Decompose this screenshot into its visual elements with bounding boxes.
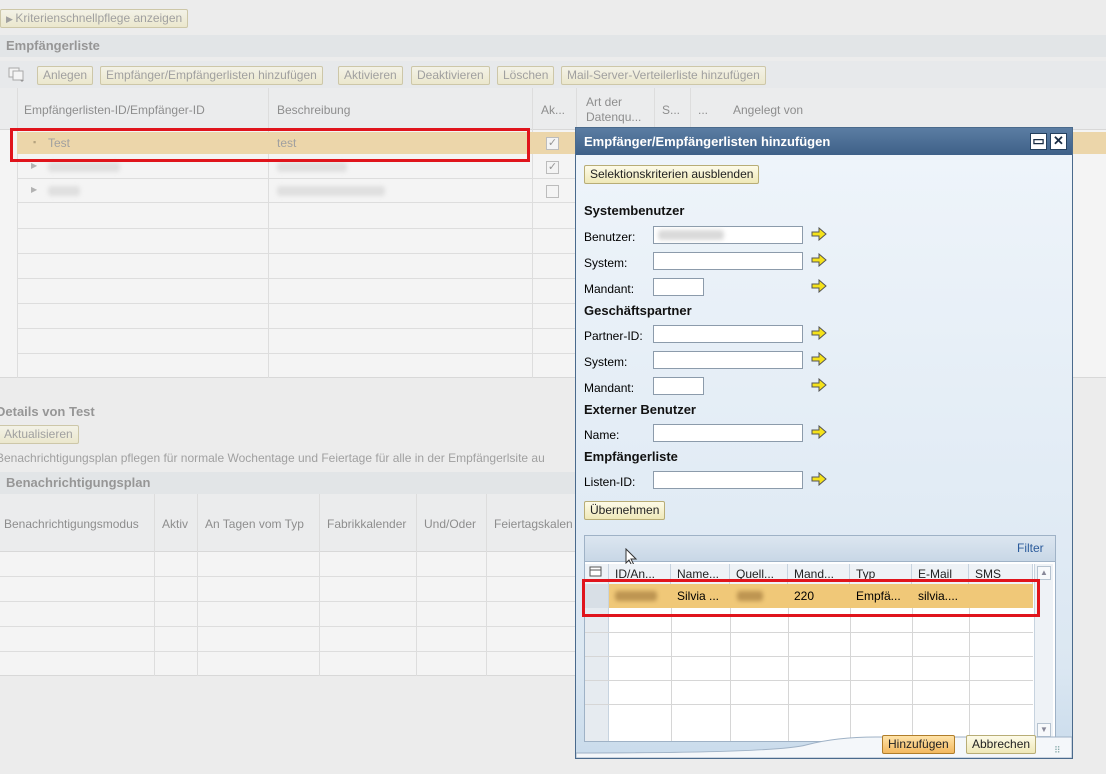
label-client: Mandant: xyxy=(584,282,635,296)
label-partner-id: Partner-ID: xyxy=(584,329,643,343)
arrow-right-icon[interactable] xyxy=(811,252,827,268)
apply-button[interactable]: Übernehmen xyxy=(584,501,666,520)
label-system: System: xyxy=(584,256,628,270)
maximize-icon[interactable]: ▭ xyxy=(1030,133,1047,150)
scroll-up-icon[interactable]: ▲ xyxy=(1037,566,1051,580)
list-id-input[interactable] xyxy=(653,471,803,489)
arrow-right-icon[interactable] xyxy=(811,278,827,294)
add-recipients-dialog: Empfänger/Empfängerlisten hinzufügen ▭ ✕… xyxy=(575,127,1073,759)
hide-criteria-button[interactable]: Selektionskriterien ausblenden xyxy=(584,165,760,184)
client-input[interactable] xyxy=(653,278,704,296)
label-list-id: Listen-ID: xyxy=(584,475,636,489)
label-system: System: xyxy=(584,355,628,369)
arrow-right-icon[interactable] xyxy=(811,226,827,242)
result-highlight-box xyxy=(582,579,1040,617)
group-external-user: Externer Benutzer xyxy=(584,402,696,417)
highlight-box xyxy=(10,128,530,162)
label-client: Mandant: xyxy=(584,381,635,395)
arrow-right-icon[interactable] xyxy=(811,424,827,440)
result-table: Filter ID/An... Name... Quell... Mand...… xyxy=(584,535,1056,742)
label-user: Benutzer: xyxy=(584,230,636,244)
resize-grip-icon[interactable]: ⠿ xyxy=(1054,745,1068,755)
label-name: Name: xyxy=(584,428,620,442)
dialog-title: Empfänger/Empfängerlisten hinzufügen xyxy=(576,128,1072,155)
arrow-right-icon[interactable] xyxy=(811,377,827,393)
partner-client-input[interactable] xyxy=(653,377,704,395)
arrow-right-icon[interactable] xyxy=(811,325,827,341)
partner-system-input[interactable] xyxy=(653,351,803,369)
add-button[interactable]: Hinzufügen xyxy=(882,735,955,754)
group-business-partner: Geschäftspartner xyxy=(584,303,692,318)
arrow-right-icon[interactable] xyxy=(811,351,827,367)
group-recipient-list: Empfängerliste xyxy=(584,449,678,464)
cancel-button[interactable]: Abbrechen xyxy=(966,735,1037,754)
close-icon[interactable]: ✕ xyxy=(1050,133,1067,150)
system-input[interactable] xyxy=(653,252,803,270)
user-input[interactable] xyxy=(653,226,803,244)
name-input[interactable] xyxy=(653,424,803,442)
group-system-user: Systembenutzer xyxy=(584,203,685,218)
filter-link[interactable]: Filter xyxy=(1017,541,1044,555)
partner-id-input[interactable] xyxy=(653,325,803,343)
arrow-right-icon[interactable] xyxy=(811,471,827,487)
